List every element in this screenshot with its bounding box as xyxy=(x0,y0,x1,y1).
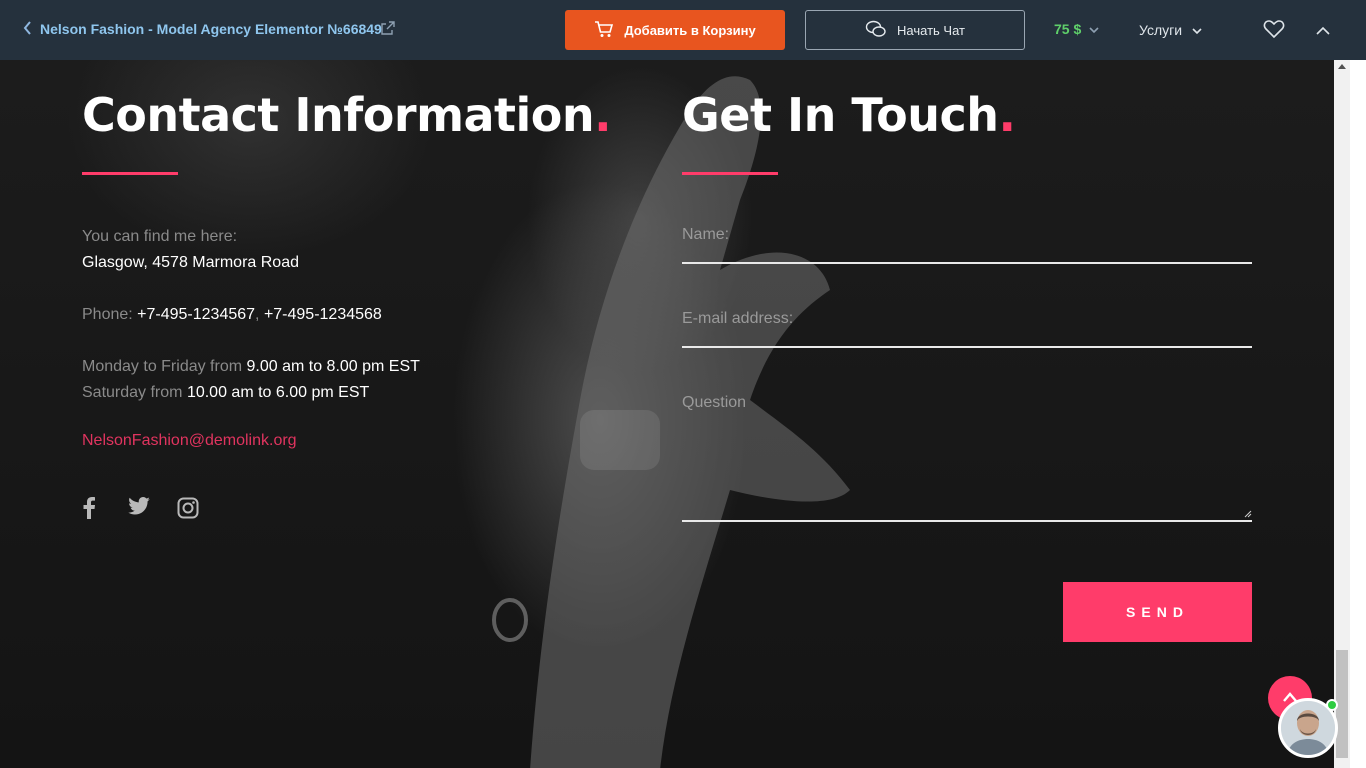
weekday-label: Monday to Friday from xyxy=(82,358,247,375)
chevron-down-icon xyxy=(1089,21,1099,37)
heart-icon[interactable] xyxy=(1263,19,1285,41)
name-field[interactable]: Name: xyxy=(682,226,1252,264)
contact-title: Contact Information. xyxy=(82,88,612,142)
twitter-icon[interactable] xyxy=(128,497,150,519)
window-edge xyxy=(1350,60,1366,768)
top-bar: Nelson Fashion - Model Agency Elementor … xyxy=(0,0,1366,60)
product-title[interactable]: Nelson Fashion - Model Agency Elementor … xyxy=(40,21,382,37)
phone-1[interactable]: +7-495-1234567 xyxy=(137,306,255,323)
add-to-cart-label: Добавить в Корзину xyxy=(624,22,756,38)
price-dropdown[interactable]: 75 $ xyxy=(1054,21,1099,37)
start-chat-label: Начать Чат xyxy=(897,22,965,38)
send-button[interactable]: SEND xyxy=(1063,582,1252,642)
chevron-down-icon xyxy=(1192,22,1202,38)
add-to-cart-button[interactable]: Добавить в Корзину xyxy=(565,10,785,50)
phone-2[interactable]: +7-495-1234568 xyxy=(264,306,382,323)
facebook-icon[interactable] xyxy=(82,497,104,519)
online-status-indicator xyxy=(1326,699,1338,711)
title-dot: . xyxy=(998,88,1016,142)
saturday-label: Saturday from xyxy=(82,384,187,401)
price-value: 75 $ xyxy=(1054,21,1082,37)
address: Glasgow, 4578 Marmora Road xyxy=(82,254,299,271)
hours-block: Monday to Friday from 9.00 am to 8.00 pm… xyxy=(82,354,420,406)
email-link[interactable]: NelsonFashion@demolink.org xyxy=(82,432,297,450)
question-placeholder: Question xyxy=(682,394,747,411)
chevron-up-icon[interactable] xyxy=(1316,22,1332,38)
title-underline xyxy=(82,172,178,175)
scroll-up-arrow-icon[interactable] xyxy=(1338,64,1346,69)
services-dropdown[interactable]: Услуги xyxy=(1139,22,1202,38)
instagram-icon[interactable] xyxy=(177,497,199,519)
services-label: Услуги xyxy=(1139,22,1183,38)
form-title-text: Get In Touch xyxy=(682,88,999,142)
email-placeholder: E-mail address: xyxy=(682,310,794,327)
question-textarea[interactable]: Question xyxy=(682,394,1252,522)
email-field[interactable]: E-mail address: xyxy=(682,310,1252,348)
phone-separator: , xyxy=(255,306,264,323)
external-link-icon[interactable] xyxy=(380,20,396,36)
chevron-left-icon[interactable] xyxy=(22,20,42,40)
title-underline xyxy=(682,172,778,175)
contact-form-section: Get In Touch. Name: E-mail address: Ques… xyxy=(682,60,1252,760)
contact-title-text: Contact Information xyxy=(82,88,595,142)
name-placeholder: Name: xyxy=(682,226,730,243)
start-chat-button[interactable]: Начать Чат xyxy=(805,10,1025,50)
contact-information-section: Contact Information. You can find me her… xyxy=(82,60,642,760)
find-label: You can find me here: xyxy=(82,228,238,245)
phone-block: Phone: +7-495-1234567, +7-495-1234568 xyxy=(82,302,382,328)
address-block: You can find me here: Glasgow, 4578 Marm… xyxy=(82,224,299,276)
form-title: Get In Touch. xyxy=(682,88,1016,142)
saturday-hours: 10.00 am to 6.00 pm EST xyxy=(186,384,370,401)
title-dot: . xyxy=(594,88,612,142)
chat-icon xyxy=(865,19,887,42)
cart-icon xyxy=(594,20,614,41)
page-scrollbar[interactable] xyxy=(1334,60,1350,768)
phone-label: Phone: xyxy=(82,306,138,323)
resize-handle-icon[interactable] xyxy=(1244,510,1252,518)
weekday-hours: 9.00 am to 8.00 pm EST xyxy=(246,358,420,375)
